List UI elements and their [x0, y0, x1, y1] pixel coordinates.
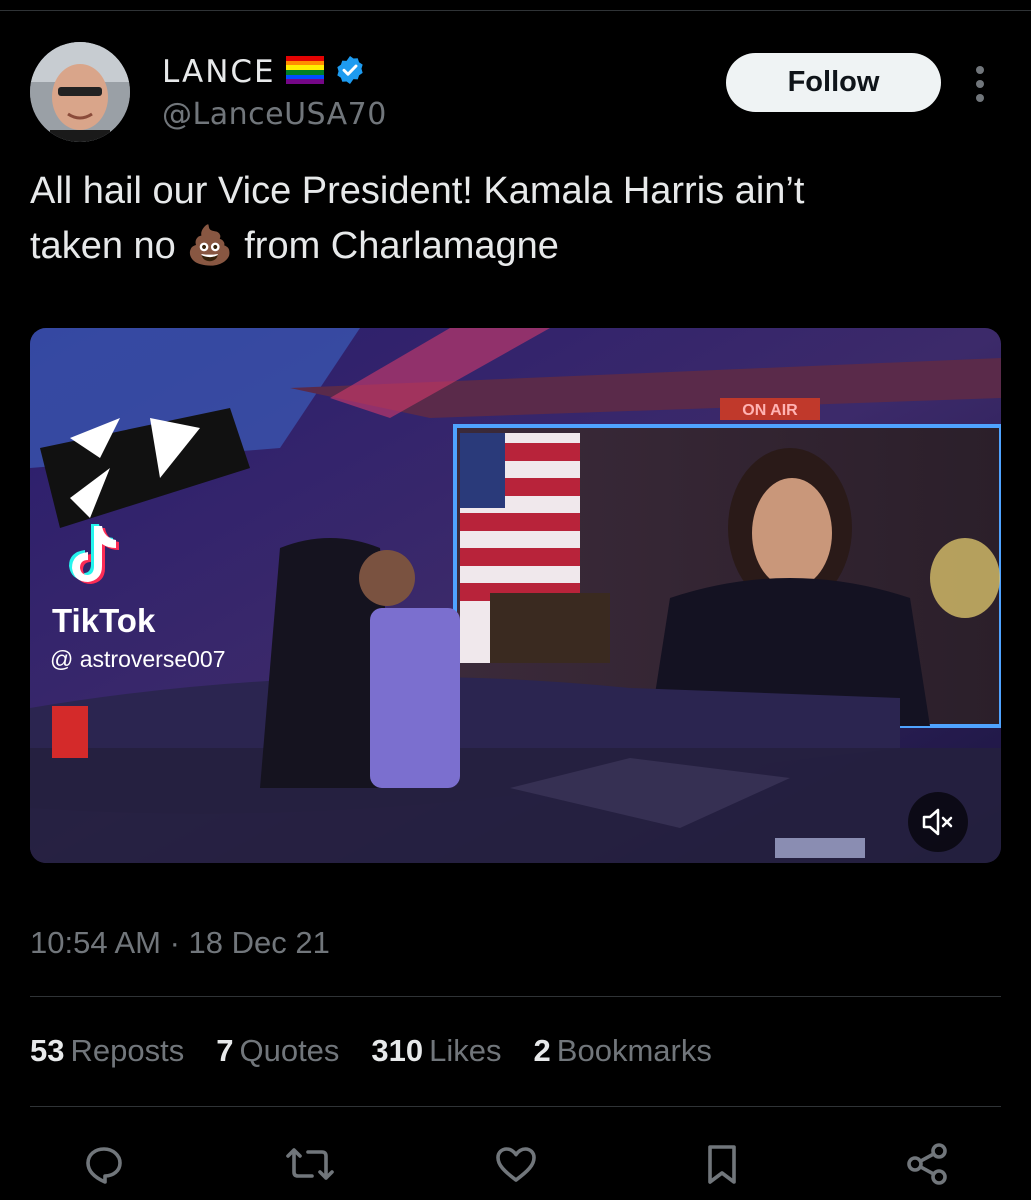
stat-label: Likes — [429, 1033, 502, 1068]
stat-label: Quotes — [239, 1033, 340, 1068]
author-handle[interactable]: @LanceUSA70 — [162, 97, 387, 132]
video-player[interactable]: ON AIR — [30, 328, 1001, 863]
reply-icon[interactable] — [78, 1138, 130, 1190]
rainbow-flag-icon — [285, 55, 324, 89]
verified-badge-icon — [334, 54, 366, 91]
top-divider — [0, 10, 1031, 11]
stat-label: Reposts — [70, 1033, 185, 1068]
tiktok-username: @ astroverse007 — [50, 646, 226, 672]
share-icon[interactable] — [901, 1138, 953, 1190]
video-frame: ON AIR — [30, 328, 1001, 863]
stat-count: 7 — [216, 1033, 234, 1068]
tweet-text-line-1: All hail our Vice President! Kamala Harr… — [30, 170, 805, 212]
tweet-timestamp[interactable]: 10:54 AM · 18 Dec 21 — [30, 925, 330, 961]
divider — [30, 1106, 1001, 1107]
tweet-text: All hail our Vice President! Kamala Harr… — [30, 164, 990, 274]
engagement-stats: 53 Reposts 7 Quotes 310 Likes 2 Bookmarks — [30, 1033, 744, 1069]
tweet-text-part: from Charlamagne — [233, 225, 559, 267]
tweet-text-part: taken no — [30, 225, 187, 267]
tiktok-wordmark: TikTok — [52, 602, 156, 639]
avatar[interactable] — [30, 42, 130, 142]
tiktok-logo-icon — [50, 520, 140, 595]
poop-emoji: 💩 — [186, 225, 234, 267]
tweet-text-line-2: taken no 💩 from Charlamagne — [30, 219, 990, 274]
stat-count: 2 — [533, 1033, 551, 1068]
follow-button[interactable]: Follow — [726, 53, 941, 112]
bookmarks-stat[interactable]: 2 Bookmarks — [534, 1033, 712, 1069]
bookmark-icon[interactable] — [696, 1138, 748, 1190]
stat-label: Bookmarks — [556, 1033, 712, 1068]
on-air-label: ON AIR — [742, 402, 798, 419]
reposts-stat[interactable]: 53 Reposts — [30, 1033, 184, 1069]
more-options-icon[interactable] — [968, 62, 992, 106]
stat-count: 310 — [371, 1033, 424, 1068]
like-icon[interactable] — [490, 1138, 542, 1190]
stat-count: 53 — [30, 1033, 65, 1068]
author-name-row: LANCE — [162, 54, 366, 90]
divider — [30, 996, 1001, 997]
repost-icon[interactable] — [284, 1138, 336, 1190]
muted-speaker-icon[interactable] — [908, 792, 968, 852]
display-name[interactable]: LANCE — [162, 54, 276, 90]
quotes-stat[interactable]: 7 Quotes — [216, 1033, 339, 1069]
likes-stat[interactable]: 310 Likes — [371, 1033, 501, 1069]
